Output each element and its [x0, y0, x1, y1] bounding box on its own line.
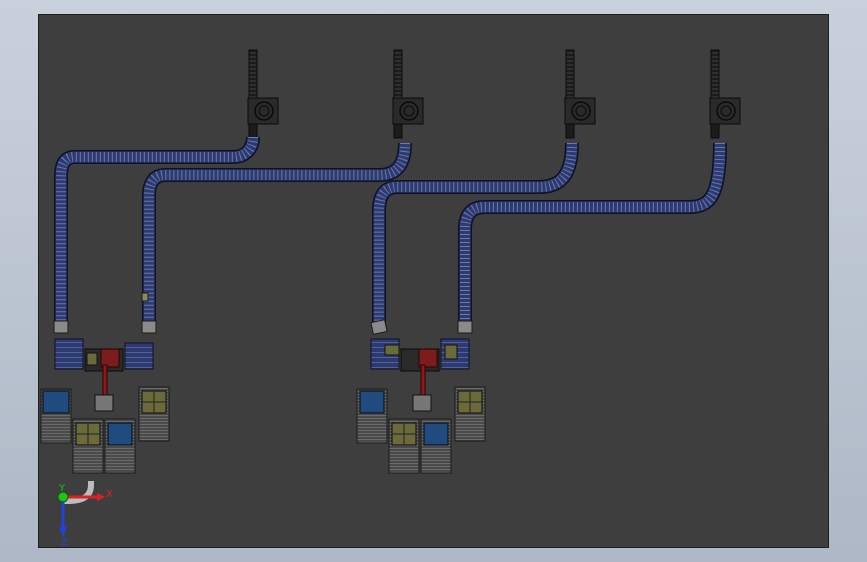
- graphics-viewport[interactable]: X Y Z: [38, 14, 829, 548]
- coordinate-triad[interactable]: X Y Z: [57, 481, 113, 548]
- conveyor-4: [458, 142, 727, 327]
- transfer-units: [53, 292, 473, 335]
- infeed-line-1: [247, 49, 279, 139]
- x-axis-arrowhead: [97, 493, 105, 501]
- infeed-line-2: [392, 49, 424, 139]
- y-axis-label: Y: [58, 483, 66, 494]
- conveyor-1: [54, 136, 260, 327]
- z-axis-label: Z: [61, 537, 68, 548]
- x-axis-label: X: [106, 489, 113, 500]
- palletizing-cell-2: [356, 338, 486, 474]
- z-axis-arrowhead: [59, 527, 67, 537]
- conveyor-2: [142, 142, 412, 327]
- infeed-line-3: [564, 49, 596, 139]
- palletizing-cell-1: [40, 338, 170, 474]
- factory-layout-drawing: X Y Z: [40, 49, 741, 548]
- infeed-line-4: [709, 49, 741, 139]
- conveyor-3: [372, 142, 579, 327]
